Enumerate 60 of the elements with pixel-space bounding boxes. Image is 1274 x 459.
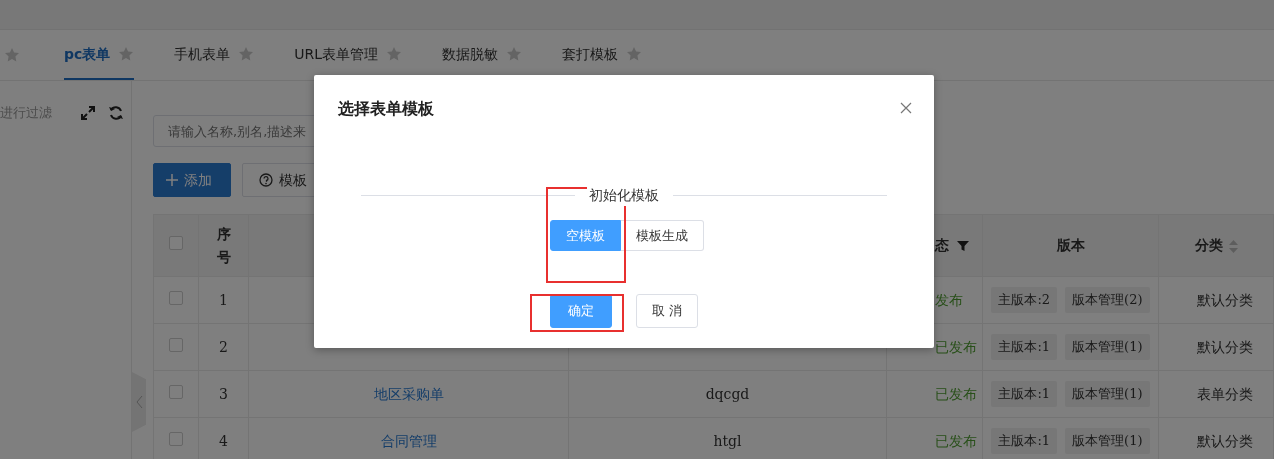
tab[interactable]: URL表单管理 (294, 30, 403, 80)
cancel-button[interactable]: 取 消 (636, 294, 698, 328)
tab[interactable]: 套打模板 (562, 30, 643, 80)
tab[interactable]: 数据脱敏 (442, 30, 523, 80)
form-name-link[interactable]: 地区采购单 (373, 385, 444, 402)
status-text: 已发布 (935, 432, 977, 449)
status-text: 发布 (935, 291, 963, 308)
star-icon[interactable] (506, 46, 523, 62)
category-text: 默认分类 (1197, 291, 1253, 308)
chevron-left-icon (135, 395, 143, 409)
tab[interactable]: pc表单 (64, 30, 135, 80)
refresh-icon[interactable] (108, 104, 124, 121)
form-name-link[interactable]: 合同管理 (380, 432, 437, 449)
status-text: 已发布 (935, 385, 977, 402)
row-number: 1 (219, 291, 228, 308)
category-text: 默认分类 (1197, 432, 1253, 449)
star-icon[interactable] (4, 47, 20, 63)
checkbox[interactable] (169, 290, 183, 305)
version-manage-tag[interactable]: 版本管理(1) (1065, 334, 1150, 360)
dialog-title: 选择表单模板 (338, 98, 434, 120)
expand-icon[interactable] (81, 105, 95, 120)
version-tag: 主版本:2 (991, 287, 1058, 313)
row-number: 3 (219, 385, 228, 402)
category-text: 默认分类 (1197, 338, 1253, 355)
section-label: 初始化模板 (587, 185, 661, 206)
star-icon[interactable] (238, 46, 255, 62)
version-manage-tag[interactable]: 版本管理(1) (1065, 381, 1150, 407)
version-tag: 主版本:1 (991, 428, 1058, 454)
checkbox[interactable] (169, 236, 183, 250)
star-icon[interactable] (626, 46, 643, 62)
filter-icon[interactable] (957, 240, 969, 252)
status-text: 已发布 (935, 338, 977, 355)
star-icon[interactable] (386, 46, 403, 62)
column-header: 版本 (1056, 237, 1085, 253)
version-manage-tag[interactable]: 版本管理(1) (1065, 428, 1150, 454)
sort-icon[interactable] (1228, 239, 1238, 253)
category-text: 表单分类 (1197, 385, 1253, 402)
star-icon[interactable] (118, 46, 135, 62)
row-number: 4 (219, 432, 228, 449)
form-code: dqcgd (705, 385, 750, 402)
form-code: htgl (713, 432, 742, 449)
template-option[interactable]: 空模板 (550, 220, 621, 251)
row-number: 2 (219, 338, 228, 355)
add-button[interactable]: 添加 (153, 163, 231, 197)
plus-icon (166, 174, 178, 186)
template-option[interactable]: 模板生成 (621, 220, 704, 251)
collapse-handle[interactable] (132, 372, 146, 432)
column-header: 态 (935, 237, 949, 253)
checkbox[interactable] (169, 384, 183, 399)
column-header: 分类 (1194, 237, 1223, 253)
checkbox[interactable] (169, 431, 183, 446)
close-icon (900, 102, 912, 114)
version-tag: 主版本:1 (991, 381, 1058, 407)
column-header: 序号 (216, 225, 231, 267)
tab[interactable]: 手机表单 (174, 30, 255, 80)
help-icon (259, 173, 273, 187)
confirm-button[interactable]: 确定 (550, 294, 612, 328)
checkbox[interactable] (169, 337, 183, 352)
version-manage-tag[interactable]: 版本管理(2) (1065, 287, 1150, 313)
version-tag: 主版本:1 (991, 334, 1058, 360)
